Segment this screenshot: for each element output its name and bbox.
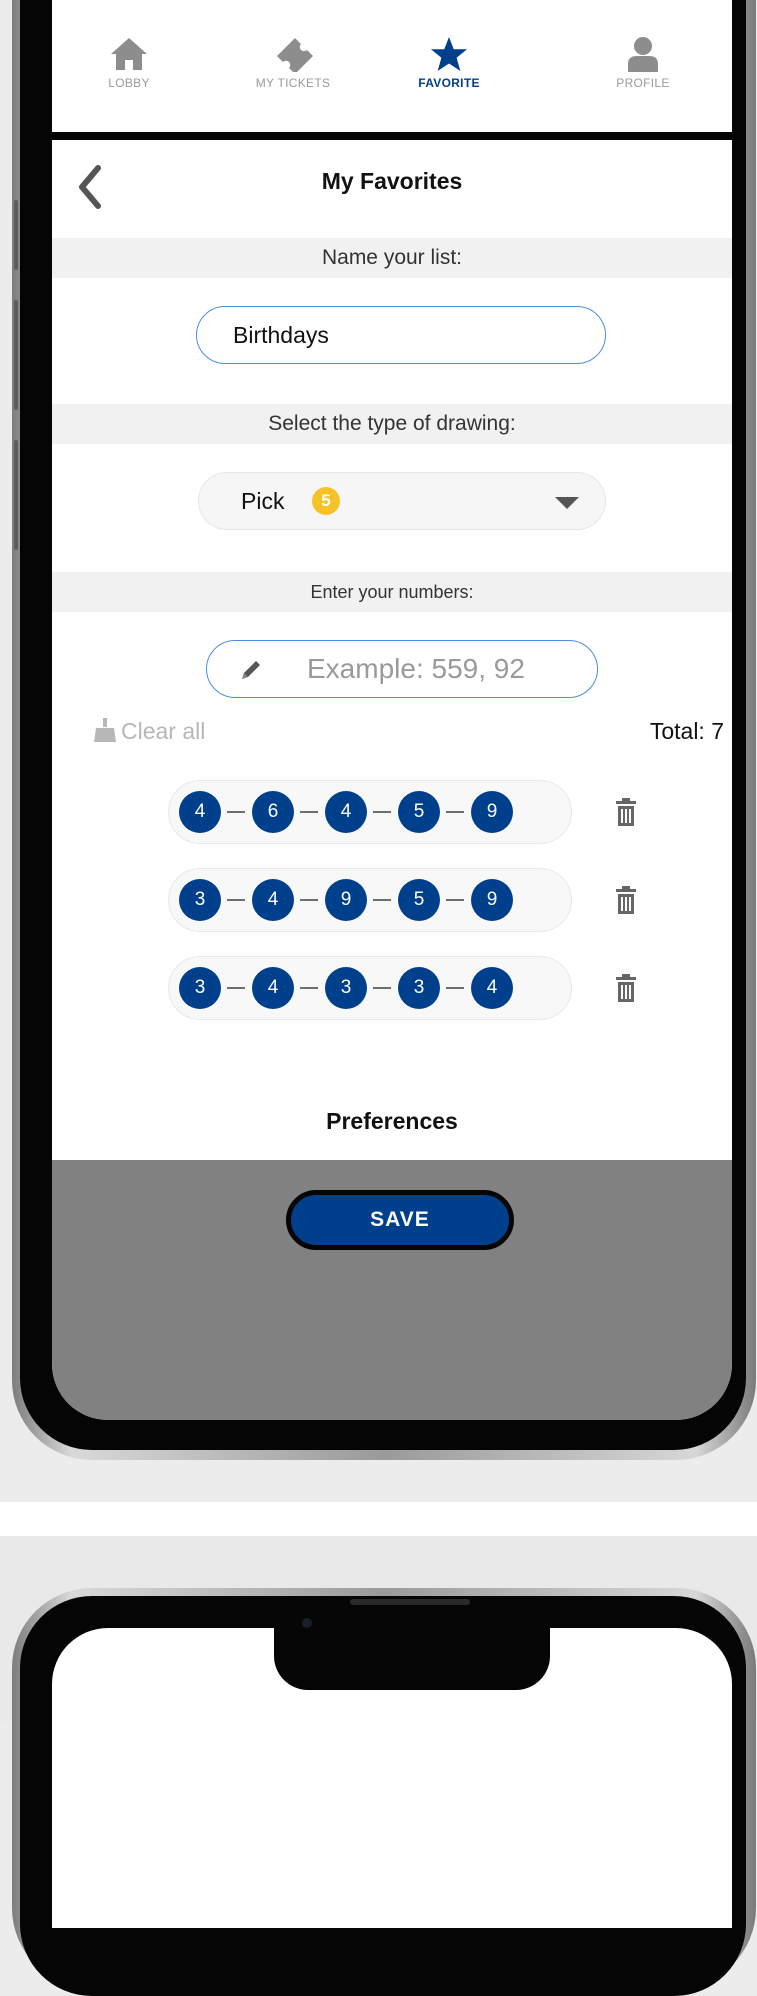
favorites-form: My Favorites Name your list: Birthdays S… [52,140,732,1160]
number-combo-row: 4 6 4 5 9 [168,780,636,844]
page-gap [0,1502,757,1536]
list-name-value: Birthdays [233,322,329,348]
numbers-label: Enter your numbers: [52,572,732,612]
camera-icon [302,1618,312,1628]
star-icon [431,36,467,72]
number-ball: 3 [179,967,221,1009]
bottom-navigation: LOBBY MY TICKETS FAVORITE PROFILE [52,0,732,132]
number-ball: 9 [471,791,513,833]
number-ball: 4 [471,967,513,1009]
nav-item-profile[interactable]: PROFILE [568,36,718,90]
numbers-input-placeholder: Example: 559, 92 [307,653,525,684]
phone-speaker [350,1599,470,1605]
number-ball: 5 [398,791,440,833]
dash-separator [446,987,464,989]
broom-icon [94,718,116,742]
second-phone-screen [52,1628,732,1928]
clear-all-button[interactable]: Clear all [92,718,205,745]
pencil-icon [242,661,260,679]
nav-item-favorite[interactable]: FAVORITE [374,36,524,90]
number-ball: 6 [252,791,294,833]
second-phone-notch [274,1628,550,1690]
dash-separator [373,987,391,989]
drawing-type-label: Select the type of drawing: [52,404,732,444]
bottom-action-bar: SAVE [52,1160,732,1420]
number-ball: 3 [325,967,367,1009]
number-ball: 4 [252,879,294,921]
page-title: My Favorites [321,168,463,194]
dash-separator [373,811,391,813]
dash-separator [227,899,245,901]
dash-separator [300,811,318,813]
numbers-input[interactable]: Example: 559, 92 [206,640,598,698]
number-ball: 9 [325,879,367,921]
side-button [14,440,18,550]
nav-label-profile: PROFILE [616,76,670,90]
number-ball: 9 [471,879,513,921]
dash-separator [227,811,245,813]
trash-icon[interactable] [614,798,638,826]
number-ball: 3 [179,879,221,921]
side-button [14,200,18,270]
nav-label-lobby: LOBBY [108,76,150,90]
number-combo-row: 3 4 3 3 4 [168,956,636,1020]
home-icon [111,38,147,70]
side-button [14,300,18,410]
dash-separator [227,987,245,989]
number-ball: 4 [179,791,221,833]
list-name-label: Name your list: [52,238,732,278]
dash-separator [446,899,464,901]
number-ball: 3 [398,967,440,1009]
dash-separator [373,899,391,901]
dash-separator [300,987,318,989]
number-ball: 4 [325,791,367,833]
ticket-icon [277,38,313,72]
nav-item-my-tickets[interactable]: MY TICKETS [218,36,368,90]
trash-icon[interactable] [614,886,638,914]
save-button[interactable]: SAVE [286,1190,514,1250]
number-ball: 4 [252,967,294,1009]
clear-all-label: Clear all [121,718,206,744]
nav-item-lobby[interactable]: LOBBY [54,36,204,90]
trash-icon[interactable] [614,974,638,1002]
nav-label-my-tickets: MY TICKETS [255,76,331,90]
nav-separator [52,132,732,140]
dash-separator [446,811,464,813]
chevron-down-icon [555,497,579,509]
number-combo-row: 3 4 9 5 9 [168,868,636,932]
profile-icon [628,37,658,72]
total-count: Total: 7 [649,718,724,744]
dash-separator [300,899,318,901]
number-ball: 5 [398,879,440,921]
drawing-type-select[interactable]: Pick 5 [198,472,606,530]
pick-number-badge: 5 [312,487,340,515]
nav-label-favorite: FAVORITE [418,76,480,90]
preferences-heading: Preferences [326,1108,458,1134]
phone-screen: LOBBY MY TICKETS FAVORITE PROFILE My Fav… [52,0,732,1420]
list-name-field[interactable]: Birthdays [196,306,606,364]
drawing-type-value: Pick [241,488,285,514]
